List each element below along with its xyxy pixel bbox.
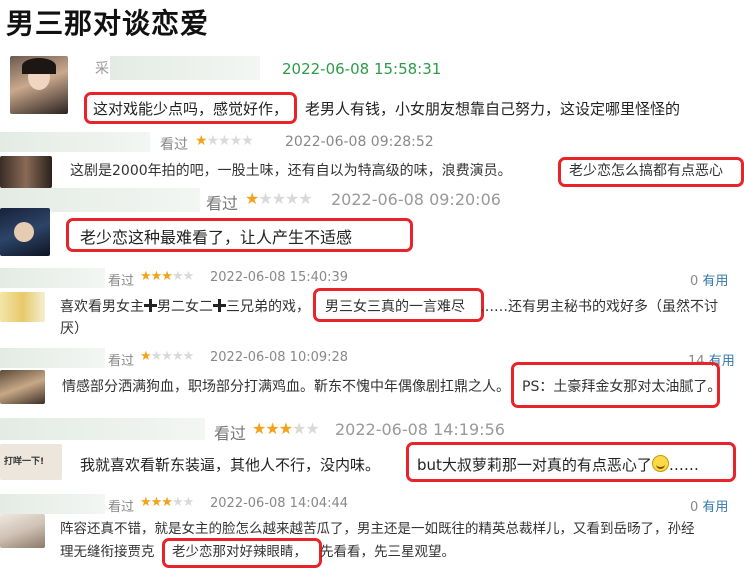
plus-icon: [144, 299, 157, 312]
comment-text: ……还有男主秘书的戏好多（虽然不讨: [480, 299, 718, 315]
comment-text-part: 喜欢看男女主: [60, 299, 144, 315]
review-item: 看过 ★★★★★ 2022-06-08 09:28:52 这剧是2000年拍的吧…: [0, 130, 744, 190]
timestamp: 2022-06-08 15:58:31: [282, 60, 442, 78]
star-empty-icon: ★★★★: [258, 189, 312, 208]
rating-label: 看过: [108, 500, 135, 515]
useful-count: 0: [690, 500, 699, 515]
highlighted-comment: 男三女三真的一言难尽: [325, 299, 465, 315]
comment-text: 喜欢看男女主 男二女二 三兄弟的戏，: [60, 296, 310, 318]
star-empty-icon: ★★★★: [206, 133, 254, 149]
timestamp: 2022-06-08 14:19:56: [335, 420, 505, 439]
star-rating: ★★★★★: [140, 269, 194, 284]
user-avatar[interactable]: [0, 514, 45, 548]
user-avatar[interactable]: [0, 208, 50, 256]
rating-label: 看过: [108, 354, 135, 369]
highlighted-comment: 老少恋怎么搞都有点恶心: [569, 163, 723, 179]
star-icon: ★★★: [140, 269, 173, 284]
timestamp: 2022-06-08 09:28:52: [285, 134, 434, 150]
highlighted-comment: PS：土豪拜金女那对太油腻了。: [522, 379, 722, 395]
star-icon: ★★★: [140, 495, 173, 510]
review-item: 看过 ★★★★★ 2022-06-08 09:20:06 老少恋这种最难看了，让…: [0, 186, 744, 256]
username[interactable]: 采: [95, 58, 109, 78]
star-rating: ★★★★★: [245, 189, 313, 208]
comment-text: 先看看，先三星观望。: [320, 544, 455, 560]
star-icon: ★: [195, 133, 208, 149]
review-item: 看过 ★★★★★ 2022-06-08 15:40:39 0 有用 喜欢看男女主…: [0, 268, 744, 342]
username-mask: [0, 348, 105, 368]
page-title: 男三那对谈恋爱: [6, 7, 210, 40]
plus-icon: [213, 299, 226, 312]
timestamp: 2022-06-08 09:20:06: [331, 190, 501, 209]
star-rating: ★★★★★: [195, 133, 254, 149]
username-mask: [0, 268, 105, 288]
comment-text-part: 三兄弟的戏，: [226, 299, 310, 315]
username-mask: [0, 494, 105, 514]
username-mask: [110, 56, 260, 80]
user-avatar[interactable]: [0, 292, 45, 322]
highlighted-comment: 老少恋这种最难看了，让人产生不适感: [80, 228, 353, 247]
useful-link[interactable]: 有用: [702, 274, 728, 289]
comment-text: 这剧是2000年拍的吧，一股土味，还有自以为特高级的味，浪费演员。: [70, 163, 512, 179]
rating-label: 看过: [108, 274, 135, 289]
user-avatar[interactable]: [0, 156, 52, 188]
star-rating: ★★★★★: [140, 349, 195, 364]
timestamp: 2022-06-08 15:40:39: [210, 270, 349, 285]
username-mask: [0, 132, 150, 152]
review-item: 采 2022-06-08 15:58:31 这对戏能少点吗，感觉好作， 老男人有…: [0, 50, 744, 128]
useful-vote[interactable]: 0 有用: [690, 270, 728, 289]
star-empty-icon: ★★: [171, 269, 194, 284]
star-rating: ★★★★★: [252, 419, 320, 438]
comment-text-part: 男二女二: [157, 299, 213, 315]
star-empty-icon: ★★★★: [150, 349, 195, 364]
rating-label: 看过: [160, 137, 188, 153]
grin-emoji-icon: [651, 455, 669, 472]
comment-text: 情感部分洒满狗血，职场部分打满鸡血。靳东不愧中年偶像剧扛鼎之人。: [62, 379, 510, 395]
rating-label: 看过: [206, 194, 239, 213]
user-avatar[interactable]: [10, 56, 68, 114]
star-empty-icon: ★★: [292, 419, 320, 438]
user-avatar[interactable]: 打咩一下!: [0, 444, 62, 480]
timestamp: 2022-06-08 14:04:44: [210, 496, 349, 511]
comment-text: 理无缝衔接贾克: [60, 544, 155, 560]
rating-label: 看过: [214, 424, 247, 443]
highlighted-comment: 这对戏能少点吗，感觉好作，: [93, 100, 289, 118]
highlighted-text: but大叔萝莉那一对真的有点恶心了: [417, 456, 652, 474]
useful-vote[interactable]: 0 有用: [690, 496, 728, 515]
timestamp: 2022-06-08 10:09:28: [210, 350, 349, 365]
review-item: 看过 ★★★★★ 2022-06-08 14:04:44 0 有用 阵容还真不错…: [0, 492, 744, 571]
highlighted-comment: 老少恋那对好辣眼睛，: [172, 544, 307, 560]
user-avatar[interactable]: [0, 370, 45, 404]
star-icon: ★: [245, 189, 259, 208]
comment-text: 阵容还真不错，就是女主的脸怎么越来越苦瓜了，男主还是一如既往的精英总裁样儿，又看…: [60, 521, 695, 537]
star-icon: ★★★: [252, 419, 293, 438]
review-item: 看过 ★★★★★ 2022-06-08 10:09:28 14 有用 情感部分洒…: [0, 348, 744, 410]
star-rating: ★★★★★: [140, 495, 194, 510]
comment-text: 厌）: [60, 321, 88, 337]
useful-count: 0: [690, 274, 699, 289]
avatar-caption: 打咩一下!: [4, 457, 45, 467]
highlighted-comment: but大叔萝莉那一对真的有点恶心了 ……: [417, 454, 699, 475]
useful-link[interactable]: 有用: [702, 500, 728, 515]
review-item: 看过 ★★★★★ 2022-06-08 14:19:56 打咩一下! 我就喜欢看…: [0, 414, 744, 486]
star-empty-icon: ★★: [171, 495, 194, 510]
comment-text: 老男人有钱，小女朋友想靠自己努力，这设定哪里怪怪的: [305, 100, 681, 118]
username-mask: [0, 418, 205, 440]
star-icon: ★: [140, 349, 152, 364]
ellipsis-text: ……: [668, 456, 699, 474]
comment-text: 我就喜欢看靳东装逼，其他人不行，没内味。: [80, 456, 381, 474]
